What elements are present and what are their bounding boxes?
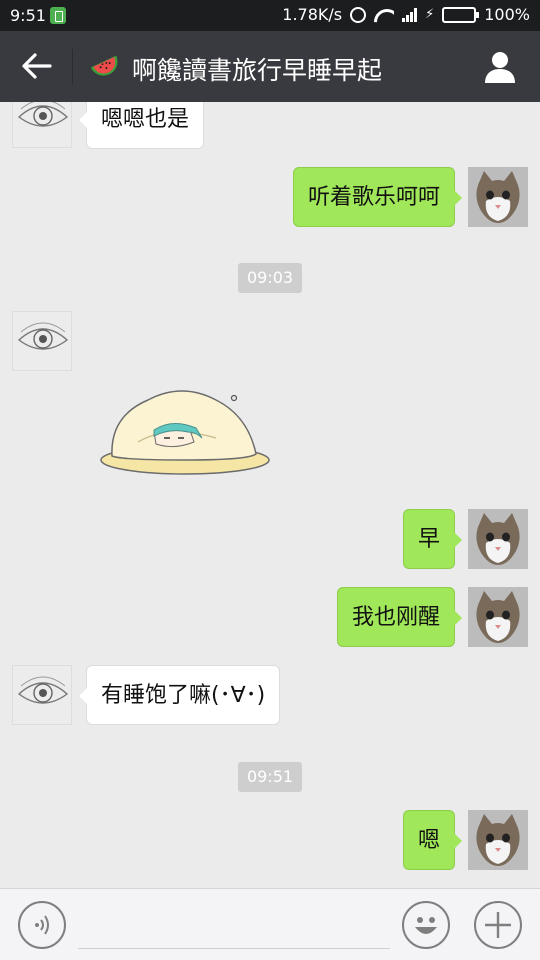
cat-avatar-icon (468, 167, 528, 227)
self-avatar[interactable] (468, 167, 528, 227)
message-bubble-outgoing[interactable]: 听着歌乐呵呵 (292, 167, 463, 227)
plus-button[interactable] (474, 901, 522, 949)
chat-title: 啊饞讀書旅行早睡早起 (132, 56, 383, 85)
timestamp: 09:51 (238, 762, 302, 792)
contact-avatar[interactable] (12, 311, 72, 371)
message-text: 早 (417, 527, 440, 552)
message-bubble-outgoing[interactable]: 早 (402, 509, 463, 569)
network-speed: 1.78K/s (282, 5, 343, 24)
watermelon-icon (90, 55, 118, 76)
profile-icon[interactable] (482, 49, 518, 85)
message-bubble-outgoing[interactable]: 我也刚醒 (336, 587, 463, 647)
cat-avatar-icon (468, 810, 528, 870)
input-bar (0, 888, 540, 960)
emoji-button[interactable] (402, 901, 450, 949)
eye-sketch-avatar-icon (17, 676, 69, 704)
message-input[interactable] (78, 901, 390, 949)
message-text: 嗯 (417, 828, 440, 853)
back-icon[interactable] (20, 49, 54, 83)
eye-sketch-avatar-icon (17, 322, 69, 350)
self-avatar[interactable] (468, 509, 528, 569)
battery-icon (442, 6, 480, 23)
timestamp: 09:03 (238, 263, 302, 293)
chat-header: 啊饞讀書旅行早睡早起 (0, 31, 540, 102)
emoji-icon (415, 917, 437, 934)
message-text: 我也刚醒 (351, 605, 440, 630)
contact-avatar[interactable] (12, 665, 72, 725)
status-bar: 9:51 1.78K/s ⚡ 100% (0, 0, 540, 31)
message-text: 嗯嗯也是 (101, 107, 190, 132)
message-list[interactable]: 嗯嗯也是 听着歌乐呵呵 09:03 早 我也刚醒 有睡饱了嘛(･∀･) 09:5… (0, 102, 540, 888)
notification-app-icon (50, 7, 66, 24)
contact-avatar[interactable] (12, 102, 72, 148)
battery-percent: 100% (484, 5, 530, 24)
plus-icon (485, 912, 511, 938)
status-time: 9:51 (10, 6, 46, 25)
wifi-icon (374, 7, 394, 23)
eye-sketch-avatar-icon (17, 102, 69, 127)
message-bubble-incoming[interactable]: 有睡饱了嘛(･∀･) (78, 665, 281, 725)
voice-button[interactable] (18, 901, 66, 949)
cat-avatar-icon (468, 509, 528, 569)
signal-icon (402, 7, 418, 22)
header-divider (72, 49, 73, 85)
message-bubble-incoming[interactable]: 嗯嗯也是 (78, 102, 205, 149)
alarm-icon (350, 6, 367, 23)
cat-avatar-icon (468, 587, 528, 647)
self-avatar[interactable] (468, 810, 528, 870)
message-text: 有睡饱了嘛(･∀･) (101, 683, 266, 708)
message-text: 听着歌乐呵呵 (307, 185, 440, 210)
charging-icon: ⚡ (425, 7, 435, 22)
voice-icon (35, 915, 49, 935)
self-avatar[interactable] (468, 587, 528, 647)
message-bubble-outgoing[interactable]: 嗯 (402, 810, 463, 870)
sleeping-sticker-icon[interactable] (98, 380, 273, 476)
